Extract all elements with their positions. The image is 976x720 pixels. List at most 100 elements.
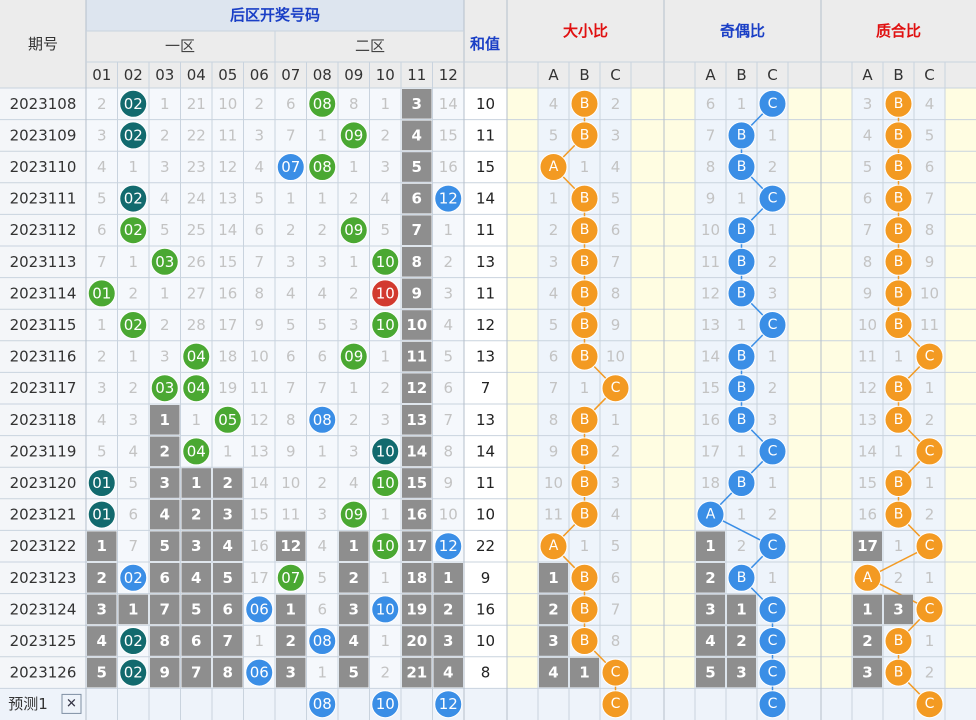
drawn-number-label: 08 xyxy=(313,158,332,176)
missing-count: 21 xyxy=(187,95,206,113)
ratio-missing-count: 16 xyxy=(858,506,877,524)
predicted-number-label: 10 xyxy=(376,695,395,713)
number-col-header: 01 xyxy=(92,66,111,84)
ratio-missing-count: 2 xyxy=(862,632,872,650)
drawn-number-label: 07 xyxy=(281,158,300,176)
drawn-number-label: 02 xyxy=(124,569,143,587)
number-col-header: 05 xyxy=(218,66,237,84)
ratio-missing-count: 8 xyxy=(863,253,873,271)
ratio-ball-label: B xyxy=(580,412,590,428)
missing-count: 12 xyxy=(406,379,427,397)
period-label: 2023123 xyxy=(10,569,77,587)
missing-count: 1 xyxy=(223,442,233,460)
sum-value: 14 xyxy=(476,190,495,208)
predict-row-bg xyxy=(0,688,976,720)
ratio-ball-label: B xyxy=(580,507,590,523)
ratio-missing-count: 6 xyxy=(706,95,716,113)
missing-count: 5 xyxy=(160,537,170,555)
ratio-missing-count: 1 xyxy=(894,537,904,555)
ratio-missing-count: 8 xyxy=(611,632,621,650)
ratio-ball-label: B xyxy=(894,159,904,175)
ratio-missing-count: 2 xyxy=(549,221,559,239)
missing-count: 4 xyxy=(128,442,138,460)
ratio-ball-label: B xyxy=(737,412,747,428)
ratio-missing-count: 5 xyxy=(611,537,621,555)
ratio-ball-label: B xyxy=(894,507,904,523)
missing-count: 6 xyxy=(412,190,422,208)
missing-count: 5 xyxy=(380,221,390,239)
missing-count: 5 xyxy=(160,221,170,239)
drawn-number-label: 09 xyxy=(344,126,363,144)
drawn-number-label: 02 xyxy=(124,632,143,650)
missing-count: 16 xyxy=(439,158,458,176)
missing-count: 3 xyxy=(286,253,296,271)
missing-count: 4 xyxy=(412,126,422,144)
period-label: 2023125 xyxy=(10,632,77,650)
missing-count: 10 xyxy=(281,474,300,492)
missing-count: 15 xyxy=(218,253,237,271)
missing-count: 1 xyxy=(317,190,327,208)
period-label: 2023111 xyxy=(10,190,77,208)
missing-count: 16 xyxy=(406,506,427,524)
predict-label: 预测1 xyxy=(8,695,48,713)
period-label: 2023109 xyxy=(10,126,77,144)
ratio-ball-label: B xyxy=(580,96,590,112)
ratio-missing-count: 1 xyxy=(925,569,935,587)
missing-count: 3 xyxy=(412,95,422,113)
missing-count: 1 xyxy=(317,126,327,144)
missing-count: 2 xyxy=(223,474,233,492)
ratio-ball-label: C xyxy=(768,191,778,207)
missing-count: 3 xyxy=(97,379,107,397)
ratio-missing-count: 13 xyxy=(701,316,720,334)
ratio-ball-label: B xyxy=(580,475,590,491)
ratio-ball-label: C xyxy=(768,443,778,459)
missing-count: 7 xyxy=(412,221,422,239)
ratio-missing-count: 1 xyxy=(548,569,558,587)
missing-count: 14 xyxy=(250,474,269,492)
ratio-missing-count: 1 xyxy=(737,190,747,208)
missing-count: 7 xyxy=(97,253,107,271)
period-label: 2023113 xyxy=(10,253,77,271)
ratio-missing-count: 2 xyxy=(768,158,778,176)
ratio-missing-count: 3 xyxy=(611,126,621,144)
ratio-missing-count: 1 xyxy=(768,348,778,366)
missing-count: 4 xyxy=(191,569,201,587)
ratio-ball-label: B xyxy=(580,601,590,617)
sum-value: 11 xyxy=(476,284,495,302)
missing-count: 24 xyxy=(187,190,206,208)
period-label: 2023119 xyxy=(10,442,77,460)
period-label: 2023124 xyxy=(10,600,77,618)
missing-count: 4 xyxy=(349,632,359,650)
ratio-missing-count: 1 xyxy=(768,126,778,144)
ratio-ball-label: B xyxy=(580,443,590,459)
period-label: 2023122 xyxy=(10,537,77,555)
ratio-ball-label: B xyxy=(580,633,590,649)
drawn-number-label: 02 xyxy=(124,95,143,113)
ratio-ball-label: B xyxy=(894,665,904,681)
ratio-missing-count: 1 xyxy=(862,600,872,618)
ratio-col-header: B xyxy=(893,66,903,84)
missing-count: 4 xyxy=(97,411,107,429)
drawn-number-label: 10 xyxy=(376,316,395,334)
ratio-ball-label: B xyxy=(580,127,590,143)
ratio-ball-label: B xyxy=(894,254,904,270)
missing-count: 5 xyxy=(128,474,138,492)
ratio-col-header: C xyxy=(767,66,777,84)
missing-count: 7 xyxy=(128,537,138,555)
ratio-missing-count: 6 xyxy=(611,569,621,587)
ratio-missing-count: 10 xyxy=(920,284,939,302)
ratio-missing-count: 1 xyxy=(894,442,904,460)
missing-count: 2 xyxy=(286,221,296,239)
missing-count: 4 xyxy=(160,506,170,524)
ratio-ball-label: B xyxy=(737,222,747,238)
ratio-ball-label: B xyxy=(894,475,904,491)
drawn-number-label: 10 xyxy=(376,537,395,555)
ratio-ball-label: C xyxy=(768,317,778,333)
missing-count: 8 xyxy=(223,664,233,682)
ratio-missing-count: 9 xyxy=(549,442,559,460)
missing-count: 2 xyxy=(160,126,170,144)
drawn-number-label: 01 xyxy=(92,506,111,524)
ratio-missing-count: 11 xyxy=(920,316,939,334)
missing-count: 8 xyxy=(412,253,422,271)
ratio-ball-label: C xyxy=(611,696,621,712)
